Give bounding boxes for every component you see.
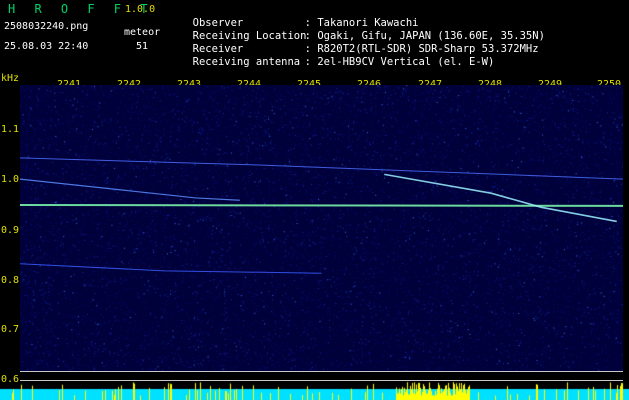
divider-line: [20, 371, 623, 372]
signal-traces: [20, 157, 623, 274]
signal-trace: [384, 173, 617, 223]
meteor-label: meteor: [124, 27, 161, 38]
y-unit-label: kHz: [1, 73, 20, 84]
signal-trace: [20, 157, 623, 180]
y-tick-label: 1.0: [1, 174, 20, 185]
waterfall-plot: [20, 85, 623, 372]
level-strip: [0, 381, 629, 400]
meteor-count: 51: [136, 41, 149, 52]
info-value: 2el-HB9CV Vertical (el. E-W): [317, 56, 495, 68]
y-tick-label: 0.8: [1, 275, 20, 286]
signal-trace: [20, 263, 322, 274]
info-key: Receiving antenna: [192, 56, 301, 68]
y-tick-label: 0.9: [1, 225, 20, 236]
info-row-antenna: Receiving antenna: 2el-HB9CV Vertical (e…: [180, 43, 495, 69]
app-version: 1.0.0: [125, 4, 156, 15]
info-sep: :: [304, 56, 311, 68]
signal-trace: [20, 178, 240, 201]
datetime: 25.08.03 22:40: [4, 41, 89, 52]
y-tick-label: 1.1: [1, 124, 20, 135]
y-tick-label: 0.7: [1, 324, 20, 335]
filename: 2508032240.png: [4, 21, 89, 32]
